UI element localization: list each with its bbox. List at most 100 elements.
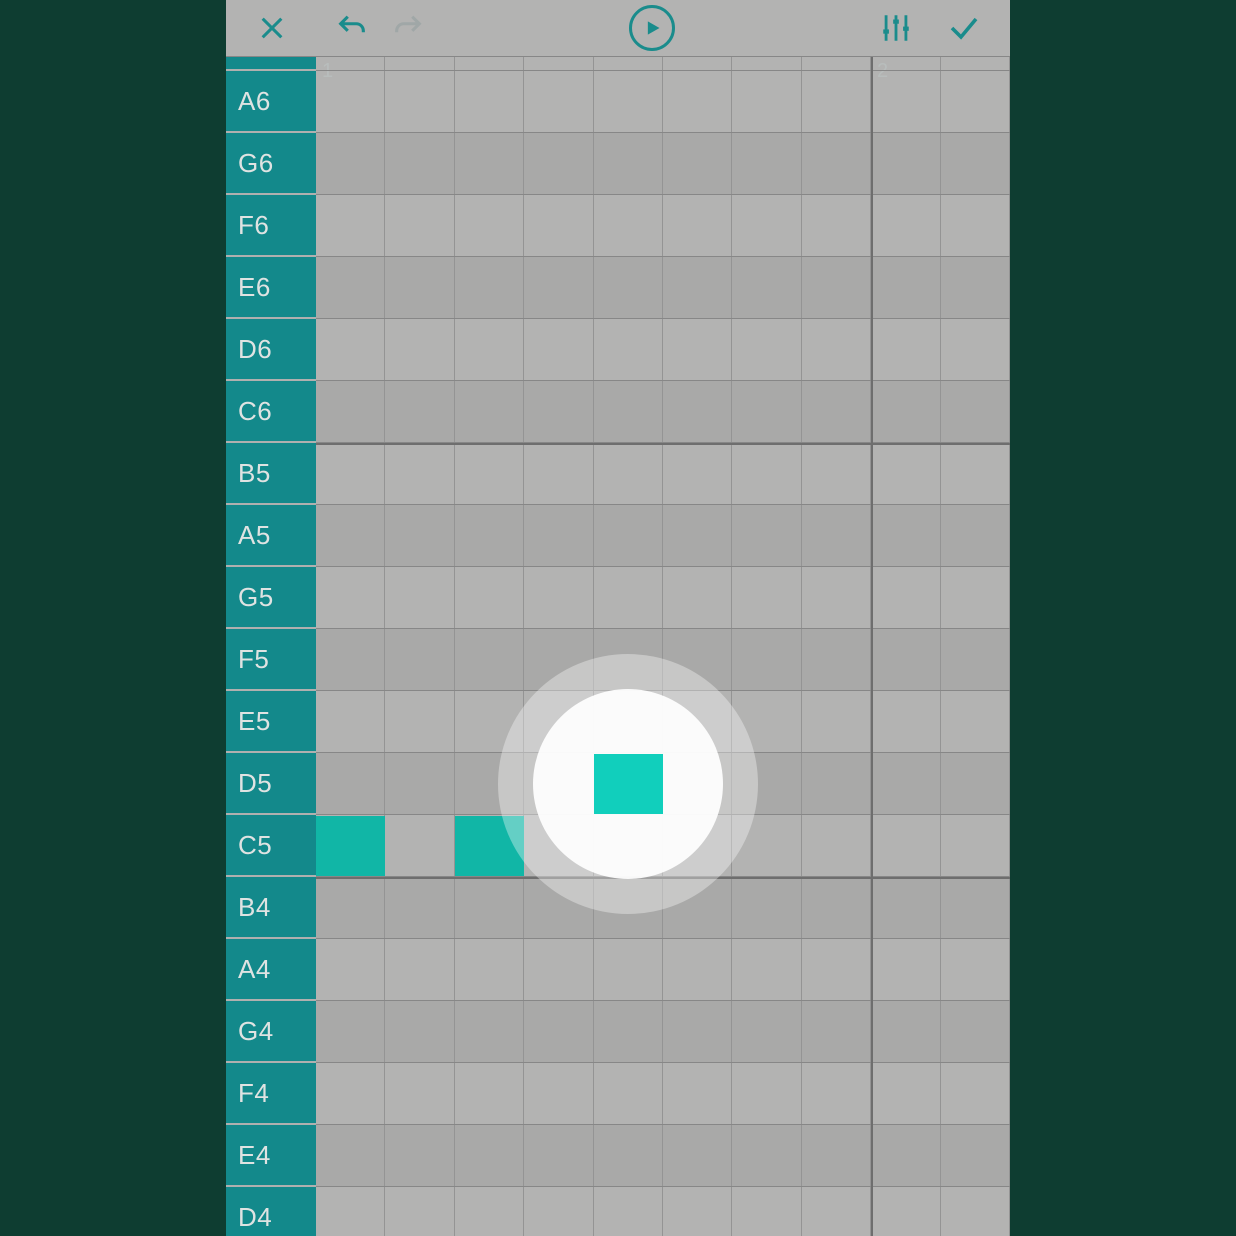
grid-cell[interactable] [802, 815, 871, 876]
mixer-button[interactable] [868, 0, 924, 56]
piano-key[interactable]: F6 [226, 195, 316, 257]
grid-cell[interactable] [941, 1001, 1010, 1062]
grid-cell[interactable] [594, 57, 663, 70]
grid-cell[interactable] [732, 195, 801, 256]
grid-cell[interactable] [524, 1125, 593, 1186]
grid-row[interactable] [316, 319, 1010, 381]
grid-cell[interactable] [871, 505, 940, 566]
grid-cell[interactable] [941, 195, 1010, 256]
grid-cell[interactable] [732, 505, 801, 566]
grid-cell[interactable] [871, 257, 940, 318]
grid-row[interactable] [316, 567, 1010, 629]
grid-row[interactable] [316, 1063, 1010, 1125]
grid-cell[interactable] [455, 133, 524, 194]
grid-cell[interactable] [732, 939, 801, 1000]
grid-cell[interactable] [524, 939, 593, 1000]
grid-cell[interactable] [385, 815, 454, 876]
grid-cell[interactable] [941, 815, 1010, 876]
grid-cell[interactable] [802, 1001, 871, 1062]
piano-key[interactable]: D5 [226, 753, 316, 815]
grid-row[interactable] [316, 443, 1010, 505]
grid-cell[interactable] [385, 1001, 454, 1062]
grid-cell[interactable] [594, 133, 663, 194]
grid-cell[interactable] [732, 1001, 801, 1062]
grid-cell[interactable] [316, 753, 385, 814]
confirm-button[interactable] [936, 0, 992, 56]
grid-cell[interactable] [385, 257, 454, 318]
grid-cell[interactable] [594, 1063, 663, 1124]
piano-key[interactable]: A5 [226, 505, 316, 567]
grid-cell[interactable] [732, 57, 801, 70]
grid-cell[interactable] [941, 381, 1010, 442]
grid-row[interactable] [316, 71, 1010, 133]
piano-roll[interactable]: A6G6F6E6D6C6B5A5G5F5E5D5C5B4A4G4F4E4D4 [226, 57, 1010, 1236]
grid-cell[interactable] [663, 1125, 732, 1186]
grid-cell[interactable] [941, 443, 1010, 504]
grid-cell[interactable] [594, 381, 663, 442]
grid-cell[interactable] [802, 71, 871, 132]
grid-cell[interactable] [871, 133, 940, 194]
grid-cell[interactable] [871, 1063, 940, 1124]
grid-cell[interactable] [385, 195, 454, 256]
piano-key[interactable]: A6 [226, 71, 316, 133]
grid-cell[interactable] [385, 443, 454, 504]
grid-cell[interactable] [455, 1125, 524, 1186]
grid-cell[interactable] [802, 1063, 871, 1124]
grid-cell[interactable] [941, 133, 1010, 194]
grid-cell[interactable] [802, 629, 871, 690]
note-grid[interactable] [316, 57, 1010, 1236]
grid-cell[interactable] [385, 57, 454, 70]
grid-cell[interactable] [941, 753, 1010, 814]
grid-cell[interactable] [455, 71, 524, 132]
grid-cell[interactable] [732, 443, 801, 504]
grid-cell[interactable] [594, 443, 663, 504]
grid-cell[interactable] [385, 1063, 454, 1124]
grid-cell[interactable] [941, 257, 1010, 318]
piano-key[interactable]: D4 [226, 1187, 316, 1236]
grid-row[interactable] [316, 133, 1010, 195]
grid-cell[interactable] [455, 381, 524, 442]
grid-cell[interactable] [802, 381, 871, 442]
grid-cell[interactable] [802, 1125, 871, 1186]
grid-cell[interactable] [871, 57, 940, 70]
grid-cell[interactable] [316, 133, 385, 194]
grid-cell[interactable] [871, 1187, 940, 1236]
grid-cell[interactable] [732, 71, 801, 132]
grid-cell[interactable] [663, 257, 732, 318]
grid-cell[interactable] [871, 71, 940, 132]
grid-cell[interactable] [802, 133, 871, 194]
grid-cell[interactable] [941, 505, 1010, 566]
grid-cell[interactable] [455, 1001, 524, 1062]
grid-cell[interactable] [524, 71, 593, 132]
grid-row[interactable] [316, 939, 1010, 1001]
grid-cell[interactable] [594, 939, 663, 1000]
grid-cell[interactable] [802, 195, 871, 256]
grid-cell[interactable] [802, 57, 871, 70]
grid-cell[interactable] [802, 1187, 871, 1236]
grid-cell[interactable] [316, 71, 385, 132]
grid-cell[interactable] [663, 381, 732, 442]
grid-cell[interactable] [594, 195, 663, 256]
grid-cell[interactable] [941, 691, 1010, 752]
grid-cell[interactable] [802, 319, 871, 380]
grid-cell[interactable] [594, 1001, 663, 1062]
grid-cell[interactable] [524, 133, 593, 194]
grid-cell[interactable] [524, 1001, 593, 1062]
grid-cell[interactable] [732, 319, 801, 380]
grid-cell[interactable] [941, 57, 1010, 70]
grid-cell[interactable] [385, 629, 454, 690]
grid-cell[interactable] [524, 57, 593, 70]
grid-cell[interactable] [594, 319, 663, 380]
grid-cell[interactable] [941, 629, 1010, 690]
piano-key[interactable]: A4 [226, 939, 316, 1001]
grid-cell[interactable] [663, 71, 732, 132]
piano-key[interactable]: E5 [226, 691, 316, 753]
grid-cell[interactable] [455, 319, 524, 380]
piano-key[interactable] [226, 57, 316, 71]
grid-cell[interactable] [732, 1063, 801, 1124]
piano-key[interactable]: B5 [226, 443, 316, 505]
grid-cell[interactable] [871, 753, 940, 814]
grid-row[interactable] [316, 57, 1010, 71]
grid-cell[interactable] [871, 443, 940, 504]
grid-cell[interactable] [663, 57, 732, 70]
